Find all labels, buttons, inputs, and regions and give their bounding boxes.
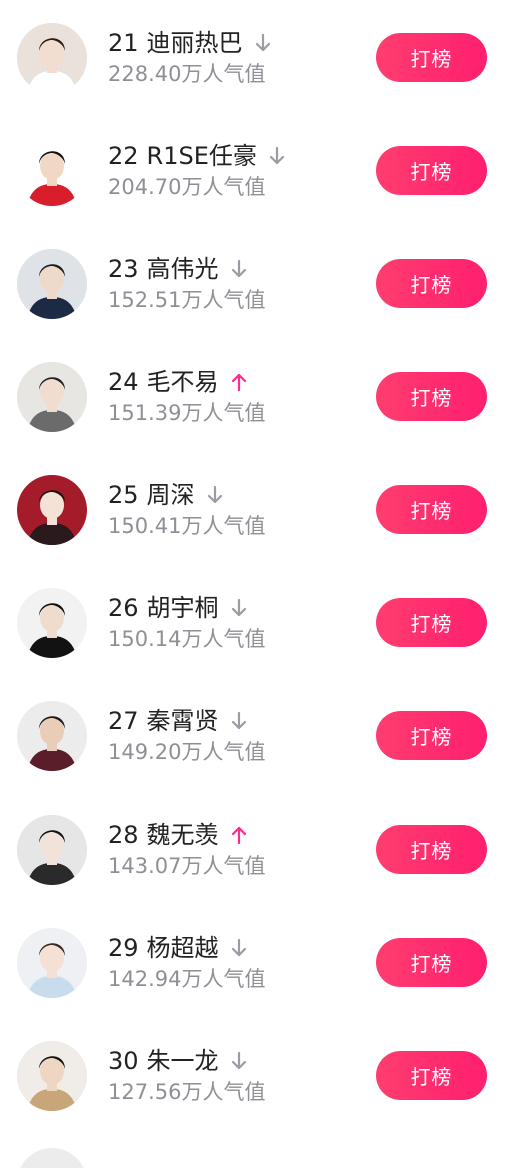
next-row-avatar-partial xyxy=(17,1148,87,1168)
ranking-row[interactable]: 23 高伟光 152.51万人气值 打榜 xyxy=(0,249,505,363)
star-name[interactable]: 朱一龙 xyxy=(147,1045,219,1077)
vote-button[interactable]: 打榜 xyxy=(376,259,487,308)
vote-button[interactable]: 打榜 xyxy=(376,146,487,195)
star-name[interactable]: 秦霄贤 xyxy=(147,705,219,737)
avatar[interactable] xyxy=(17,588,87,658)
avatar[interactable] xyxy=(17,475,87,545)
popularity-score: 150.41万人气值 xyxy=(108,514,266,538)
popularity-score: 149.20万人气值 xyxy=(108,740,266,764)
avatar[interactable] xyxy=(17,928,87,998)
vote-button[interactable]: 打榜 xyxy=(376,485,487,534)
rank-number: 24 xyxy=(108,368,139,396)
popularity-score: 204.70万人气值 xyxy=(108,175,266,199)
rank-number: 26 xyxy=(108,594,139,622)
arrow-down-icon xyxy=(207,485,223,505)
rank-number: 28 xyxy=(108,821,139,849)
arrow-down-icon xyxy=(231,938,247,958)
avatar[interactable] xyxy=(17,701,87,771)
star-name[interactable]: 毛不易 xyxy=(147,366,219,398)
star-name[interactable]: 杨超越 xyxy=(147,932,219,964)
ranking-row[interactable]: 28 魏无羡 143.07万人气值 打榜 xyxy=(0,815,505,929)
star-name[interactable]: 迪丽热巴 xyxy=(147,27,243,59)
arrow-down-icon xyxy=(269,146,285,166)
arrow-down-icon xyxy=(231,1051,247,1071)
popularity-score: 127.56万人气值 xyxy=(108,1080,266,1104)
popularity-score: 142.94万人气值 xyxy=(108,967,266,991)
rank-title: 24 毛不易 xyxy=(108,366,247,398)
avatar[interactable] xyxy=(17,362,87,432)
rank-number: 25 xyxy=(108,481,139,509)
avatar[interactable] xyxy=(17,136,87,206)
star-name[interactable]: 魏无羡 xyxy=(147,819,219,851)
rank-title: 22 R1SE任豪 xyxy=(108,140,285,172)
arrow-up-icon xyxy=(231,825,247,845)
arrow-down-icon xyxy=(231,598,247,618)
rank-title: 23 高伟光 xyxy=(108,253,247,285)
vote-button[interactable]: 打榜 xyxy=(376,598,487,647)
rank-title: 25 周深 xyxy=(108,479,223,511)
rank-title: 27 秦霄贤 xyxy=(108,705,247,737)
vote-button[interactable]: 打榜 xyxy=(376,33,487,82)
vote-button[interactable]: 打榜 xyxy=(376,825,487,874)
ranking-row[interactable]: 27 秦霄贤 149.20万人气值 打榜 xyxy=(0,701,505,815)
rank-number: 29 xyxy=(108,934,139,962)
ranking-row[interactable]: 24 毛不易 151.39万人气值 打榜 xyxy=(0,362,505,476)
rank-title: 30 朱一龙 xyxy=(108,1045,247,1077)
popularity-score: 228.40万人气值 xyxy=(108,62,266,86)
ranking-row[interactable]: 29 杨超越 142.94万人气值 打榜 xyxy=(0,928,505,1042)
rank-number: 23 xyxy=(108,255,139,283)
arrow-down-icon xyxy=(255,33,271,53)
rank-title: 26 胡宇桐 xyxy=(108,592,247,624)
arrow-up-icon xyxy=(231,372,247,392)
ranking-row[interactable]: 30 朱一龙 127.56万人气值 打榜 xyxy=(0,1041,505,1155)
vote-button[interactable]: 打榜 xyxy=(376,711,487,760)
rank-title: 29 杨超越 xyxy=(108,932,247,964)
star-name[interactable]: R1SE任豪 xyxy=(147,140,257,172)
avatar[interactable] xyxy=(17,1041,87,1111)
popularity-score: 152.51万人气值 xyxy=(108,288,266,312)
rank-title: 28 魏无羡 xyxy=(108,819,247,851)
ranking-row[interactable]: 22 R1SE任豪 204.70万人气值 打榜 xyxy=(0,136,505,250)
vote-button[interactable]: 打榜 xyxy=(376,938,487,987)
ranking-row[interactable]: 26 胡宇桐 150.14万人气值 打榜 xyxy=(0,588,505,702)
arrow-down-icon xyxy=(231,711,247,731)
avatar[interactable] xyxy=(17,23,87,93)
star-name[interactable]: 胡宇桐 xyxy=(147,592,219,624)
popularity-score: 151.39万人气值 xyxy=(108,401,266,425)
vote-button[interactable]: 打榜 xyxy=(376,1051,487,1100)
popularity-score: 150.14万人气值 xyxy=(108,627,266,651)
arrow-down-icon xyxy=(231,259,247,279)
ranking-row[interactable]: 25 周深 150.41万人气值 打榜 xyxy=(0,475,505,589)
rank-number: 27 xyxy=(108,707,139,735)
rank-number: 30 xyxy=(108,1047,139,1075)
vote-button[interactable]: 打榜 xyxy=(376,372,487,421)
rank-number: 21 xyxy=(108,29,139,57)
ranking-row[interactable]: 21 迪丽热巴 228.40万人气值 打榜 xyxy=(0,23,505,137)
star-name[interactable]: 高伟光 xyxy=(147,253,219,285)
rank-number: 22 xyxy=(108,142,139,170)
avatar[interactable] xyxy=(17,815,87,885)
avatar[interactable] xyxy=(17,249,87,319)
star-name[interactable]: 周深 xyxy=(147,479,195,511)
rank-title: 21 迪丽热巴 xyxy=(108,27,271,59)
popularity-score: 143.07万人气值 xyxy=(108,854,266,878)
